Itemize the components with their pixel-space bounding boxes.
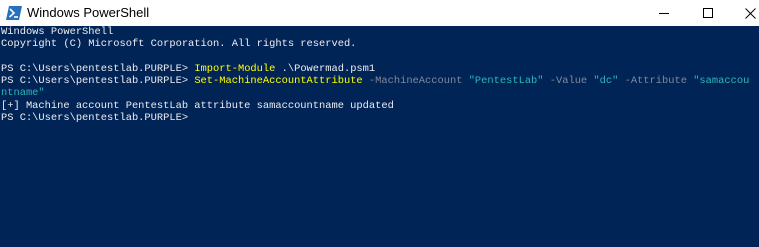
close-icon [744,7,756,19]
cmdlet-name: Set-MachineAccountAttribute [194,75,363,88]
parameter-machineaccount: -MachineAccount [362,75,463,88]
banner-line: Windows PowerShell [1,26,114,38]
close-button[interactable] [730,0,759,26]
value-attribute-part2: ntname" [1,87,45,100]
command-line-import: PS C:\Users\pentestlab.PURPLE> Import-Mo… [1,63,759,75]
prompt: PS C:\Users\pentestlab.PURPLE> [1,75,195,88]
minimize-button[interactable] [644,0,684,26]
console-output[interactable]: Windows PowerShell Copyright (C) Microsof… [0,26,759,247]
parameter-attribute: -Attribute [618,75,687,88]
cmdlet-name: Import-Module [194,62,276,75]
copyright-line: Copyright (C) Microsoft Corporation. All… [1,38,357,51]
value-value: "dc" [587,75,619,88]
title-bar[interactable]: Windows PowerShell [0,0,759,26]
output-line: [+] Machine account PentestLab attribute… [1,99,394,112]
cmdlet-argument: .\Powermad.psm1 [275,62,376,75]
value-attribute-part1: "samaccou [686,75,750,88]
powershell-icon [6,6,22,20]
window-title: Windows PowerShell [27,5,150,20]
maximize-button[interactable] [688,0,728,26]
maximize-icon [702,7,713,18]
powershell-window: Windows PowerShell Windows PowerShell Cop… [0,0,759,247]
prompt: PS C:\Users\pentestlab.PURPLE> [1,62,195,75]
final-prompt: PS C:\Users\pentestlab.PURPLE> [1,112,189,125]
command-line-set-attribute: PS C:\Users\pentestlab.PURPLE> Set-Machi… [1,75,759,87]
parameter-value: -Value [543,75,588,88]
value-machineaccount: "PentestLab" [462,75,544,88]
minimize-icon [658,12,669,14]
